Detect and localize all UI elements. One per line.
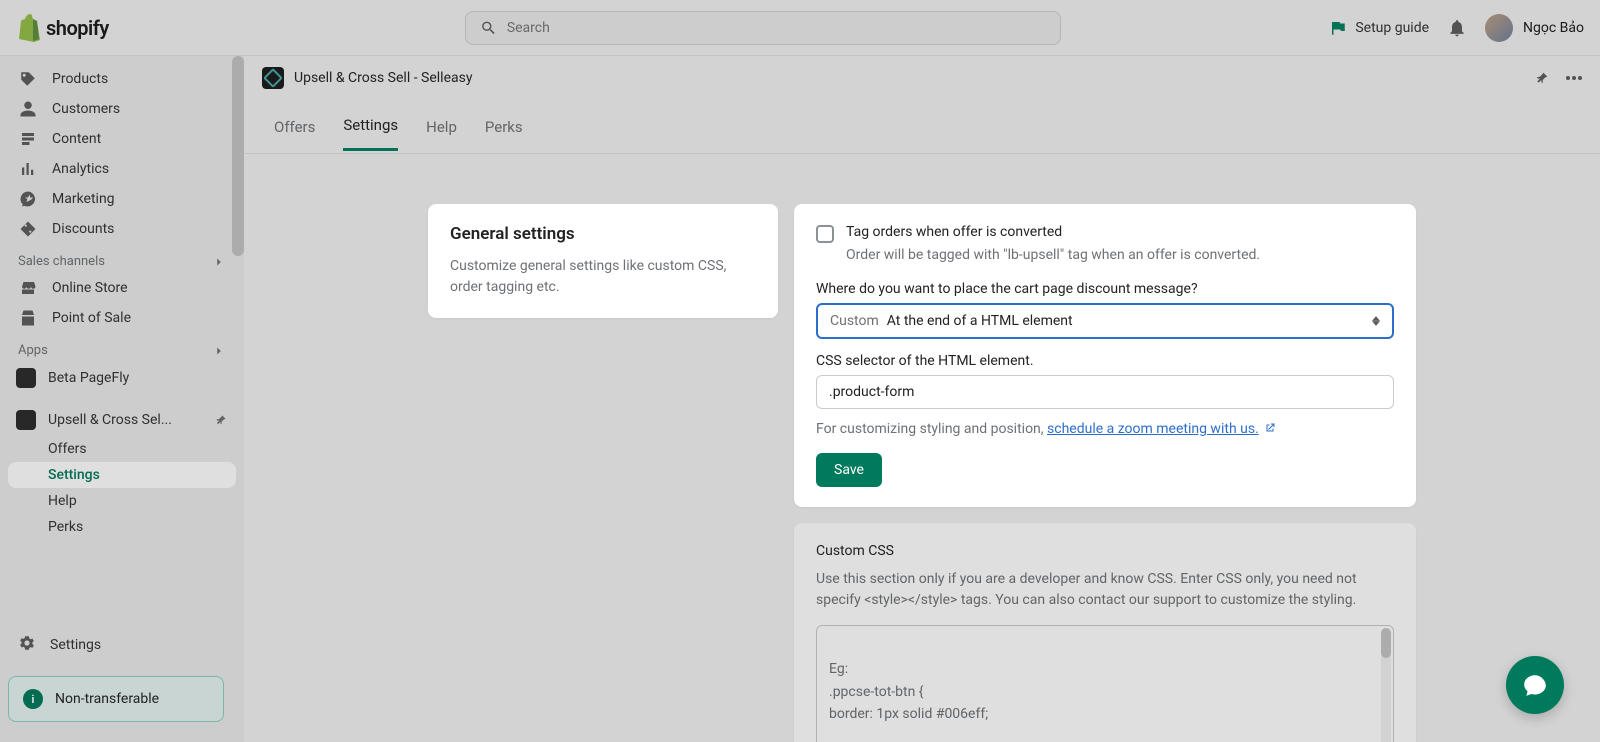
save-button[interactable]: Save [816, 453, 882, 487]
select-prefix: Custom [830, 313, 879, 329]
external-link-icon [1264, 422, 1276, 434]
chat-icon [1522, 672, 1548, 698]
placement-select[interactable]: Custom At the end of a HTML element [816, 303, 1394, 339]
css-selector-input[interactable] [816, 375, 1394, 409]
tag-orders-subtext: Order will be tagged with "lb-upsell" ta… [846, 247, 1394, 263]
placement-label: Where do you want to place the cart page… [816, 281, 1394, 297]
tag-orders-label: Tag orders when offer is converted [846, 224, 1062, 240]
css-selector-label: CSS selector of the HTML element. [816, 353, 1394, 369]
tag-orders-checkbox[interactable] [816, 225, 834, 243]
schedule-meeting-link[interactable]: schedule a zoom meeting with us. [1047, 421, 1259, 437]
select-value: At the end of a HTML element [887, 313, 1073, 329]
select-arrows-icon [1372, 316, 1380, 326]
settings-form-card: Tag orders when offer is converted Order… [794, 204, 1416, 507]
chat-widget-button[interactable] [1506, 656, 1564, 714]
general-settings-card: General settings Customize general setti… [428, 204, 778, 318]
help-text: For customizing styling and position, sc… [816, 421, 1394, 437]
card-title: General settings [450, 224, 756, 244]
card-description: Customize general settings like custom C… [450, 256, 756, 298]
